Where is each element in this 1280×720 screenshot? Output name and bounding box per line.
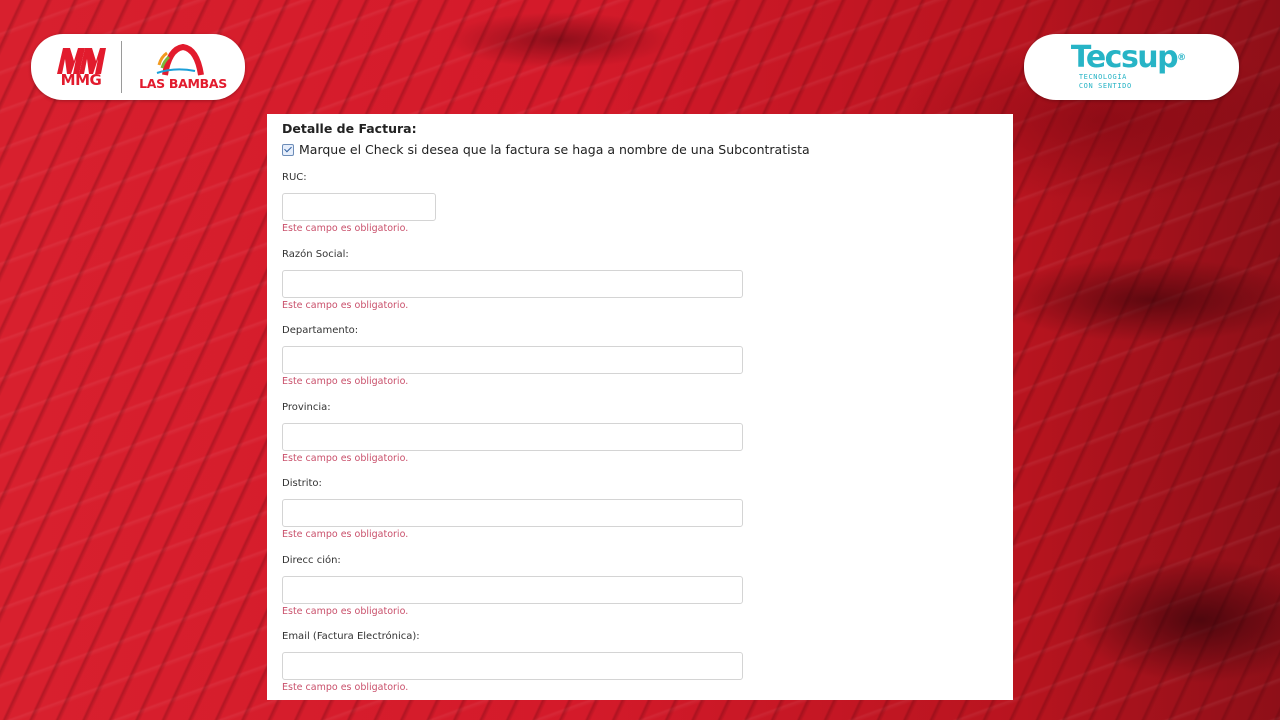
las-bambas-logo: LAS BAMBAS bbox=[135, 43, 231, 91]
razon-social-input[interactable] bbox=[282, 270, 743, 298]
departamento-label: Departamento: bbox=[282, 325, 359, 336]
logo-divider bbox=[121, 41, 122, 93]
las-bambas-arch-icon bbox=[156, 43, 204, 76]
provincia-error: Este campo es obligatorio. bbox=[282, 453, 409, 464]
subcontractor-check-label: Marque el Check si desea que la factura … bbox=[299, 142, 810, 157]
tecsup-logo: Tecsup® TECNOLOGÍA CON SENTIDO bbox=[1071, 43, 1186, 91]
razon-social-error: Este campo es obligatorio. bbox=[282, 300, 409, 311]
razon-social-label: Razón Social: bbox=[282, 249, 349, 260]
checkbox-checked-icon[interactable] bbox=[282, 143, 294, 156]
field-razon-social: Razón Social: Este campo es obligatorio. bbox=[282, 248, 743, 313]
registered-mark: ® bbox=[1177, 53, 1187, 63]
direccion-error: Este campo es obligatorio. bbox=[282, 606, 409, 617]
direccion-label: Direcc ción: bbox=[282, 555, 341, 566]
field-departamento: Departamento: Este campo es obligatorio. bbox=[282, 324, 743, 389]
departamento-error: Este campo es obligatorio. bbox=[282, 376, 409, 387]
field-email: Email (Factura Electrónica): Este campo … bbox=[282, 630, 743, 695]
email-error: Este campo es obligatorio. bbox=[282, 682, 409, 693]
tecsup-wordmark: Tecsup® bbox=[1071, 43, 1186, 73]
departamento-input[interactable] bbox=[282, 346, 743, 374]
mmg-wordmark: MMG bbox=[60, 70, 102, 89]
provincia-input[interactable] bbox=[282, 423, 743, 451]
field-ruc: RUC: Este campo es obligatorio. bbox=[282, 171, 436, 236]
ruc-label: RUC: bbox=[282, 172, 307, 183]
tecsup-name: Tecsup bbox=[1070, 40, 1179, 75]
field-provincia: Provincia: Este campo es obligatorio. bbox=[282, 401, 743, 466]
distrito-label: Distrito: bbox=[282, 478, 322, 489]
tecsup-tagline-1: TECNOLOGÍA bbox=[1078, 73, 1127, 81]
subcontractor-check-row[interactable]: Marque el Check si desea que la factura … bbox=[282, 142, 810, 157]
tecsup-logo-badge: Tecsup® TECNOLOGÍA CON SENTIDO bbox=[1024, 34, 1239, 100]
field-distrito: Distrito: Este campo es obligatorio. bbox=[282, 477, 743, 542]
direccion-input[interactable] bbox=[282, 576, 743, 604]
tecsup-tagline-2: CON SENTIDO bbox=[1078, 82, 1132, 90]
ruc-error: Este campo es obligatorio. bbox=[282, 223, 409, 234]
form-title: Detalle de Factura: bbox=[282, 121, 417, 136]
invoice-detail-form: Detalle de Factura: Marque el Check si d… bbox=[267, 114, 1013, 700]
distrito-input[interactable] bbox=[282, 499, 743, 527]
distrito-error: Este campo es obligatorio. bbox=[282, 529, 409, 540]
email-label: Email (Factura Electrónica): bbox=[282, 631, 420, 642]
partner-logos-badge: MMG LAS BAMBAS bbox=[31, 34, 245, 100]
email-input[interactable] bbox=[282, 652, 743, 680]
ruc-input[interactable] bbox=[282, 193, 436, 221]
mmg-logo: MMG bbox=[53, 43, 109, 91]
provincia-label: Provincia: bbox=[282, 402, 331, 413]
field-direccion: Direcc ción: Este campo es obligatorio. bbox=[282, 554, 743, 619]
las-bambas-wordmark: LAS BAMBAS bbox=[139, 76, 227, 91]
